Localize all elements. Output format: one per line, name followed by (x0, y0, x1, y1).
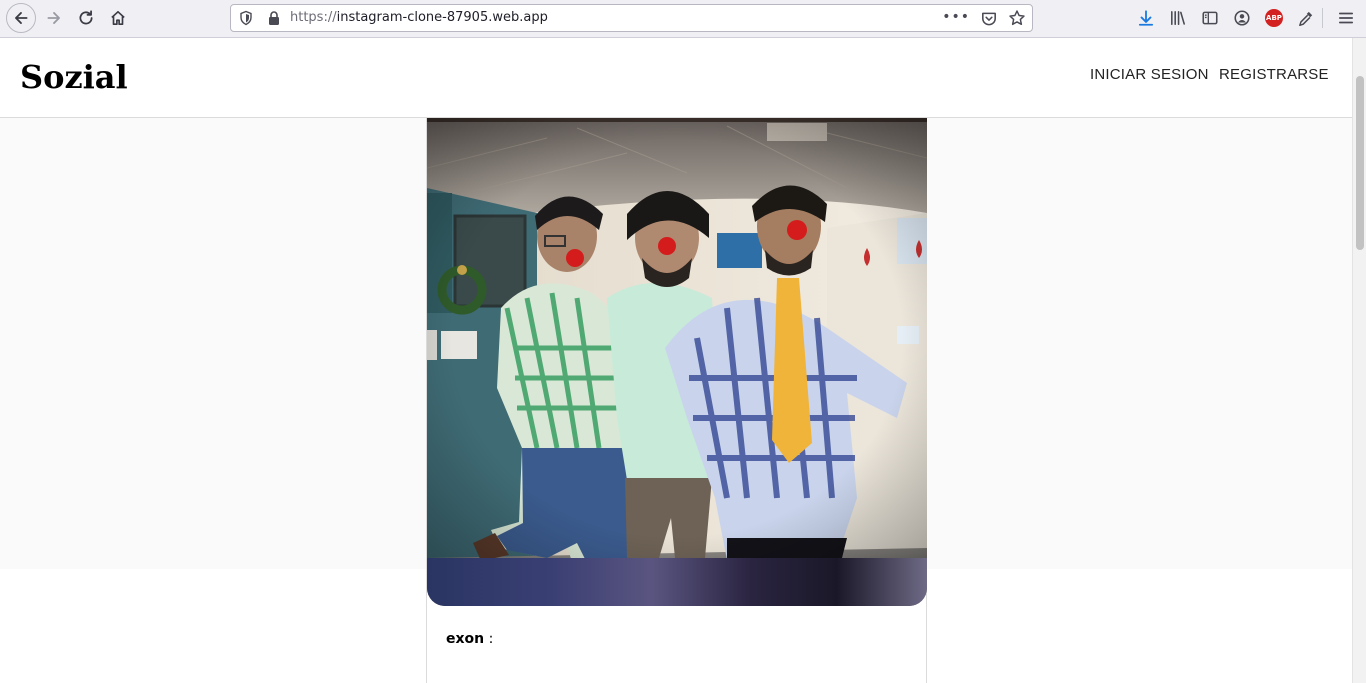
main-menu-button[interactable] (1336, 8, 1356, 28)
back-arrow-icon (15, 12, 28, 24)
home-icon (111, 10, 125, 26)
post-image[interactable] (427, 118, 927, 606)
brand-logo[interactable]: Sozial (20, 58, 128, 96)
home-button[interactable] (104, 5, 132, 31)
back-button[interactable] (6, 3, 36, 33)
browser-toolbar: https://instagram-clone-87905.web.app ••… (0, 0, 1366, 38)
library-icon (1171, 11, 1185, 25)
toolbar-separator (1322, 8, 1323, 28)
sidebar-icon (1202, 11, 1218, 25)
page-scrollbar[interactable] (1352, 38, 1366, 683)
url-protocol: https:// (290, 10, 337, 25)
forward-button[interactable] (40, 5, 68, 31)
post-username[interactable]: exon (446, 631, 484, 647)
url-text[interactable]: https://instagram-clone-87905.web.app (290, 10, 548, 25)
account-icon (1234, 10, 1250, 26)
adblock-icon: ABP (1265, 9, 1283, 27)
lock-icon[interactable] (267, 10, 281, 26)
page-actions-menu[interactable]: ••• (942, 9, 970, 25)
url-host: instagram-clone-87905.web.app (336, 10, 548, 25)
eyedropper-button[interactable] (1296, 8, 1316, 28)
url-bar[interactable]: https://instagram-clone-87905.web.app ••… (230, 4, 1033, 32)
post-caption: exon : (446, 631, 493, 647)
sidebar-button[interactable] (1200, 8, 1220, 28)
eyedropper-icon (1299, 11, 1313, 27)
app-header: Sozial INICIAR SESION REGISTRARSE (0, 38, 1352, 118)
register-link[interactable]: REGISTRARSE (1219, 66, 1329, 83)
login-link[interactable]: INICIAR SESION (1090, 66, 1209, 83)
post-card: exon : (426, 118, 927, 683)
download-icon (1138, 10, 1154, 26)
adblock-button[interactable]: ABP (1264, 8, 1284, 28)
caption-separator: : (484, 631, 494, 647)
library-button[interactable] (1168, 8, 1188, 28)
reload-icon (79, 10, 93, 25)
shield-icon[interactable] (238, 10, 254, 26)
account-button[interactable] (1232, 8, 1252, 28)
pocket-icon[interactable] (980, 10, 998, 28)
page-viewport: Sozial INICIAR SESION REGISTRARSE exon: (0, 38, 1352, 683)
forward-arrow-icon (47, 12, 60, 24)
reload-button[interactable] (72, 5, 100, 31)
hamburger-menu-icon (1338, 12, 1354, 24)
post-photo-illustration (427, 118, 927, 606)
star-icon[interactable] (1008, 9, 1026, 27)
scrollbar-thumb[interactable] (1356, 76, 1364, 250)
downloads-button[interactable] (1136, 8, 1156, 28)
